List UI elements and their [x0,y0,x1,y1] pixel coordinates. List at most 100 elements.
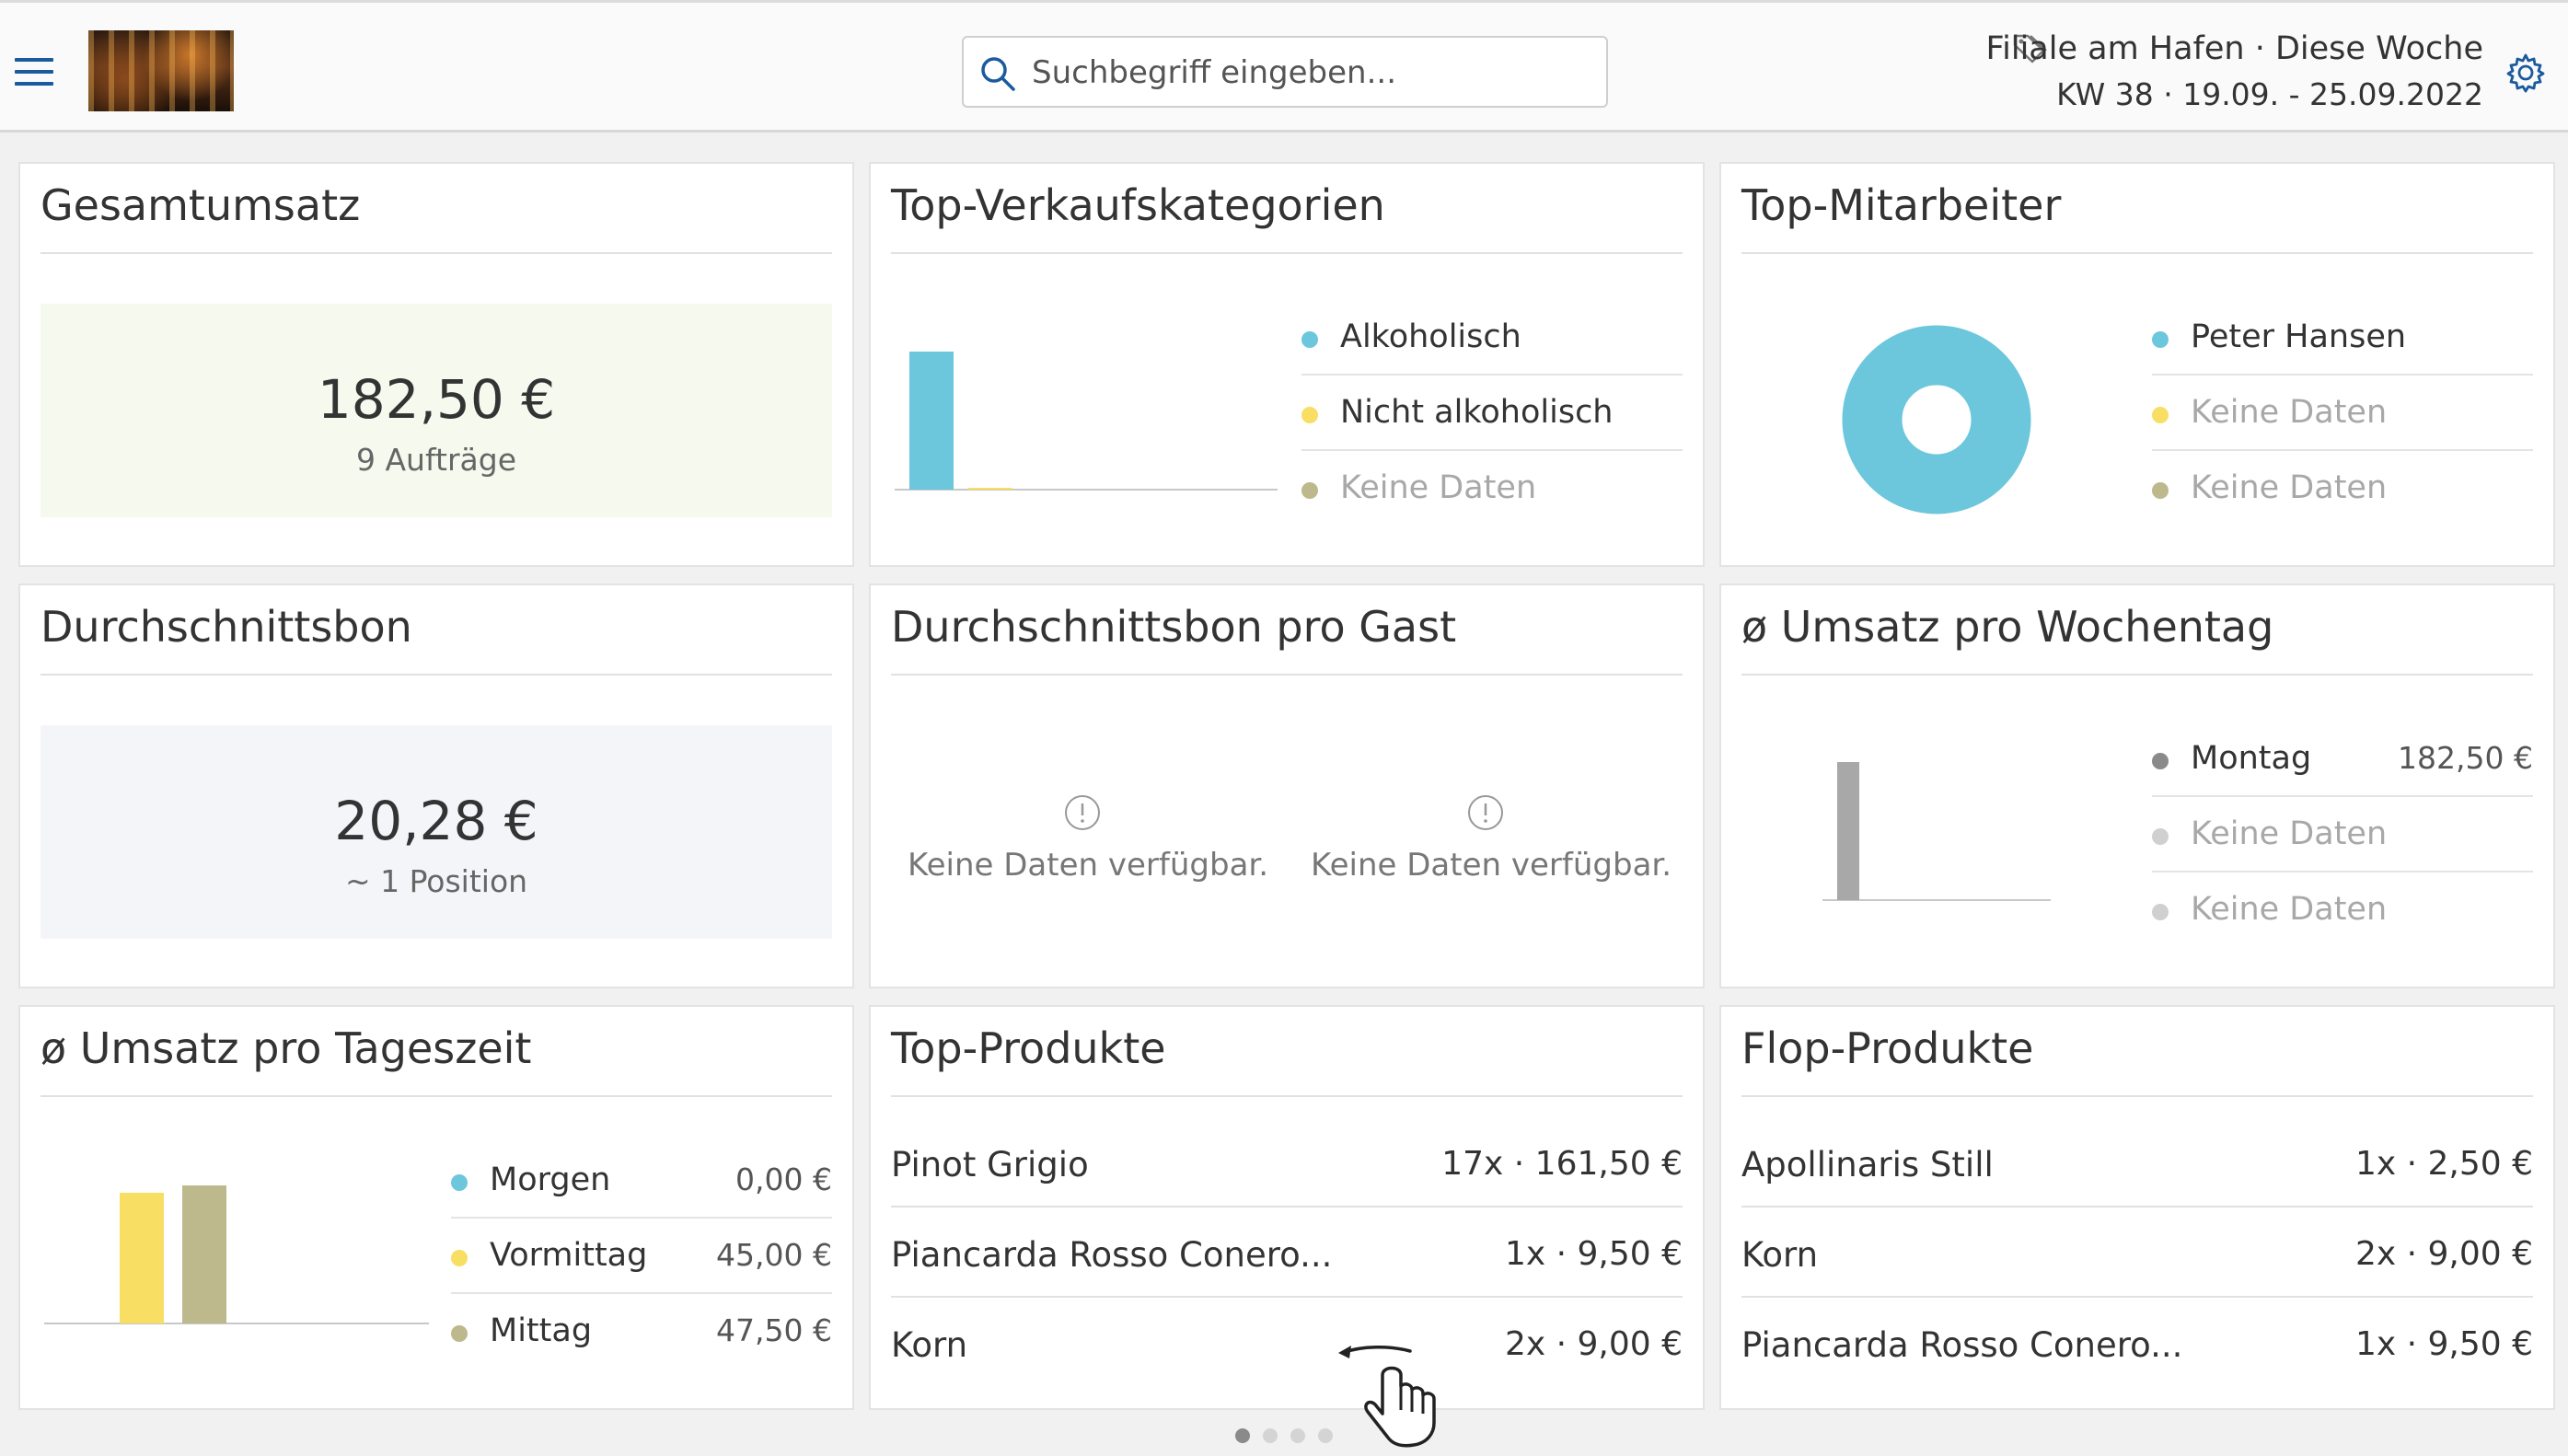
donut-slice-peter-hansen [1842,325,2031,514]
page-indicator[interactable] [1235,1428,1346,1447]
legend-label: Keine Daten [2191,815,2388,852]
kpi-box: 20,28 € ~ 1 Position [40,725,832,939]
card-umsatz-pro-tageszeit[interactable]: ø Umsatz pro Tageszeit Morgen 0,00 € Vor… [18,1005,854,1410]
hamburger-menu-icon[interactable] [15,58,53,87]
product-name: Apollinaris Still [1741,1145,1994,1184]
list-item[interactable]: Piancarda Rosso Conero... 1x · 9,50 € [1741,1298,2533,1388]
weekday-legend: Montag 182,50 € Keine Daten Keine Daten [2152,723,2533,950]
product-value: 2x · 9,00 € [1504,1325,1683,1363]
bar-nicht-alkoholisch [968,488,1012,490]
kpi-subtitle: ~ 1 Position [344,863,528,899]
legend-label: Keine Daten [2191,891,2388,928]
legend-item[interactable]: Keine Daten [2152,377,2533,451]
card-gesamtumsatz[interactable]: Gesamtumsatz 182,50 € 9 Aufträge [18,162,854,567]
legend-label: Alkoholisch [1340,318,1521,355]
category-legend: Alkoholisch Nicht alkoholisch Keine Date… [1301,302,1683,528]
product-value: 1x · 2,50 € [2354,1145,2533,1183]
list-item[interactable]: Korn 2x · 9,00 € [1741,1208,2533,1298]
khaki-dot-icon [1301,482,1318,499]
gear-icon[interactable] [2505,52,2546,93]
legend-item[interactable]: Keine Daten [2152,453,2533,526]
period-label[interactable]: KW 38 · 19.09. - 25.09.2022 [2056,76,2483,112]
legend-label: Keine Daten [2191,469,2388,506]
restaurant-logo[interactable] [88,30,234,111]
product-name: Korn [1741,1235,1819,1275]
search-field[interactable] [962,36,1608,108]
page-dot[interactable] [1235,1428,1250,1443]
card-durchschnittsbon[interactable]: Durchschnittsbon 20,28 € ~ 1 Position [18,584,854,988]
list-item[interactable]: Pinot Grigio 17x · 161,50 € [891,1117,1683,1208]
card-title: Top-Verkaufskategorien [891,180,1385,230]
legend-label: Montag [2191,740,2312,777]
card-durchschnittsbon-pro-gast[interactable]: Durchschnittsbon pro Gast Keine Daten ve… [869,584,1705,988]
legend-label: Peter Hansen [2191,318,2407,355]
list-item[interactable]: Korn 2x · 9,00 € [891,1298,1683,1388]
legend-item[interactable]: Morgen 0,00 € [451,1145,832,1219]
card-title: ø Umsatz pro Tageszeit [40,1023,532,1073]
legend-label: Mittag [490,1312,593,1349]
product-name: Piancarda Rosso Conero... [1741,1325,2183,1365]
legend-value: 45,00 € [716,1237,832,1273]
product-value: 17x · 161,50 € [1441,1145,1683,1183]
card-title: Durchschnittsbon [40,602,412,652]
teal-dot-icon [2152,331,2169,348]
product-value: 1x · 9,50 € [2354,1325,2533,1363]
swipe-hand-icon [1338,1345,1436,1448]
page-dot[interactable] [1318,1428,1333,1443]
card-title: Top-Produkte [891,1023,1166,1073]
khaki-dot-icon [2152,482,2169,499]
employee-donut-chart [1842,325,2031,514]
card-umsatz-pro-wochentag[interactable]: ø Umsatz pro Wochentag Montag 182,50 € K… [1719,584,2555,988]
page-dot[interactable] [1290,1428,1305,1443]
bar-montag [1837,762,1859,900]
light-gray-dot-icon [2152,904,2169,920]
legend-label: Morgen [490,1161,611,1198]
weekday-bar-chart [1822,762,2051,901]
legend-item[interactable]: Nicht alkoholisch [1301,377,1683,451]
teal-dot-icon [1301,331,1318,348]
legend-item[interactable]: Keine Daten [2152,799,2533,872]
card-flop-produkte[interactable]: Flop-Produkte Apollinaris Still 1x · 2,5… [1719,1005,2555,1410]
legend-item[interactable]: Keine Daten [1301,453,1683,526]
card-title: ø Umsatz pro Wochentag [1741,602,2274,652]
no-data-right: Keine Daten verfügbar. [1311,793,1672,884]
legend-item[interactable]: Keine Daten [2152,874,2533,948]
card-top-verkaufskategorien[interactable]: Top-Verkaufskategorien Alkoholisch Nicht… [869,162,1705,567]
legend-item[interactable]: Vormittag 45,00 € [451,1220,832,1294]
product-name: Piancarda Rosso Conero... [891,1235,1333,1275]
legend-item[interactable]: Montag 182,50 € [2152,723,2533,797]
location-label[interactable]: Filiale am Hafen · Diese Woche [1986,30,2483,67]
legend-item[interactable]: Alkoholisch [1301,302,1683,376]
product-value: 2x · 9,00 € [2354,1235,2533,1273]
card-title: Durchschnittsbon pro Gast [891,602,1457,652]
daytime-legend: Morgen 0,00 € Vormittag 45,00 € Mittag 4… [451,1145,832,1371]
search-input[interactable] [1032,49,1584,97]
bar-mittag [182,1185,226,1323]
card-top-mitarbeiter[interactable]: Top-Mitarbeiter Peter Hansen Keine Daten… [1719,162,2555,567]
legend-label: Vormittag [490,1237,648,1274]
product-name: Korn [891,1325,968,1365]
top-bar: Filiale am Hafen · Diese Woche KW 38 · 1… [0,0,2568,133]
page-dot[interactable] [1263,1428,1278,1443]
no-data-text: Keine Daten verfügbar. [1311,847,1672,884]
card-title: Gesamtumsatz [40,180,361,230]
legend-item[interactable]: Peter Hansen [2152,302,2533,376]
card-top-produkte[interactable]: Top-Produkte Pinot Grigio 17x · 161,50 €… [869,1005,1705,1410]
list-item[interactable]: Apollinaris Still 1x · 2,50 € [1741,1117,2533,1208]
kpi-value: 182,50 € [317,368,556,431]
bar-vormittag [120,1193,164,1323]
legend-label: Keine Daten [1340,469,1537,506]
info-icon [1468,795,1503,830]
legend-value: 0,00 € [735,1161,832,1197]
no-data-text: Keine Daten verfügbar. [908,847,1269,884]
bar-alkoholisch [909,352,954,490]
kpi-value: 20,28 € [334,790,538,852]
list-item[interactable]: Piancarda Rosso Conero... 1x · 9,50 € [891,1208,1683,1298]
legend-label: Keine Daten [2191,394,2388,431]
card-title: Flop-Produkte [1741,1023,2034,1073]
legend-value: 47,50 € [716,1312,832,1348]
legend-item[interactable]: Mittag 47,50 € [451,1296,832,1369]
gray-dot-icon [2152,753,2169,769]
kpi-subtitle: 9 Aufträge [356,442,516,478]
card-title: Top-Mitarbeiter [1741,180,2062,230]
